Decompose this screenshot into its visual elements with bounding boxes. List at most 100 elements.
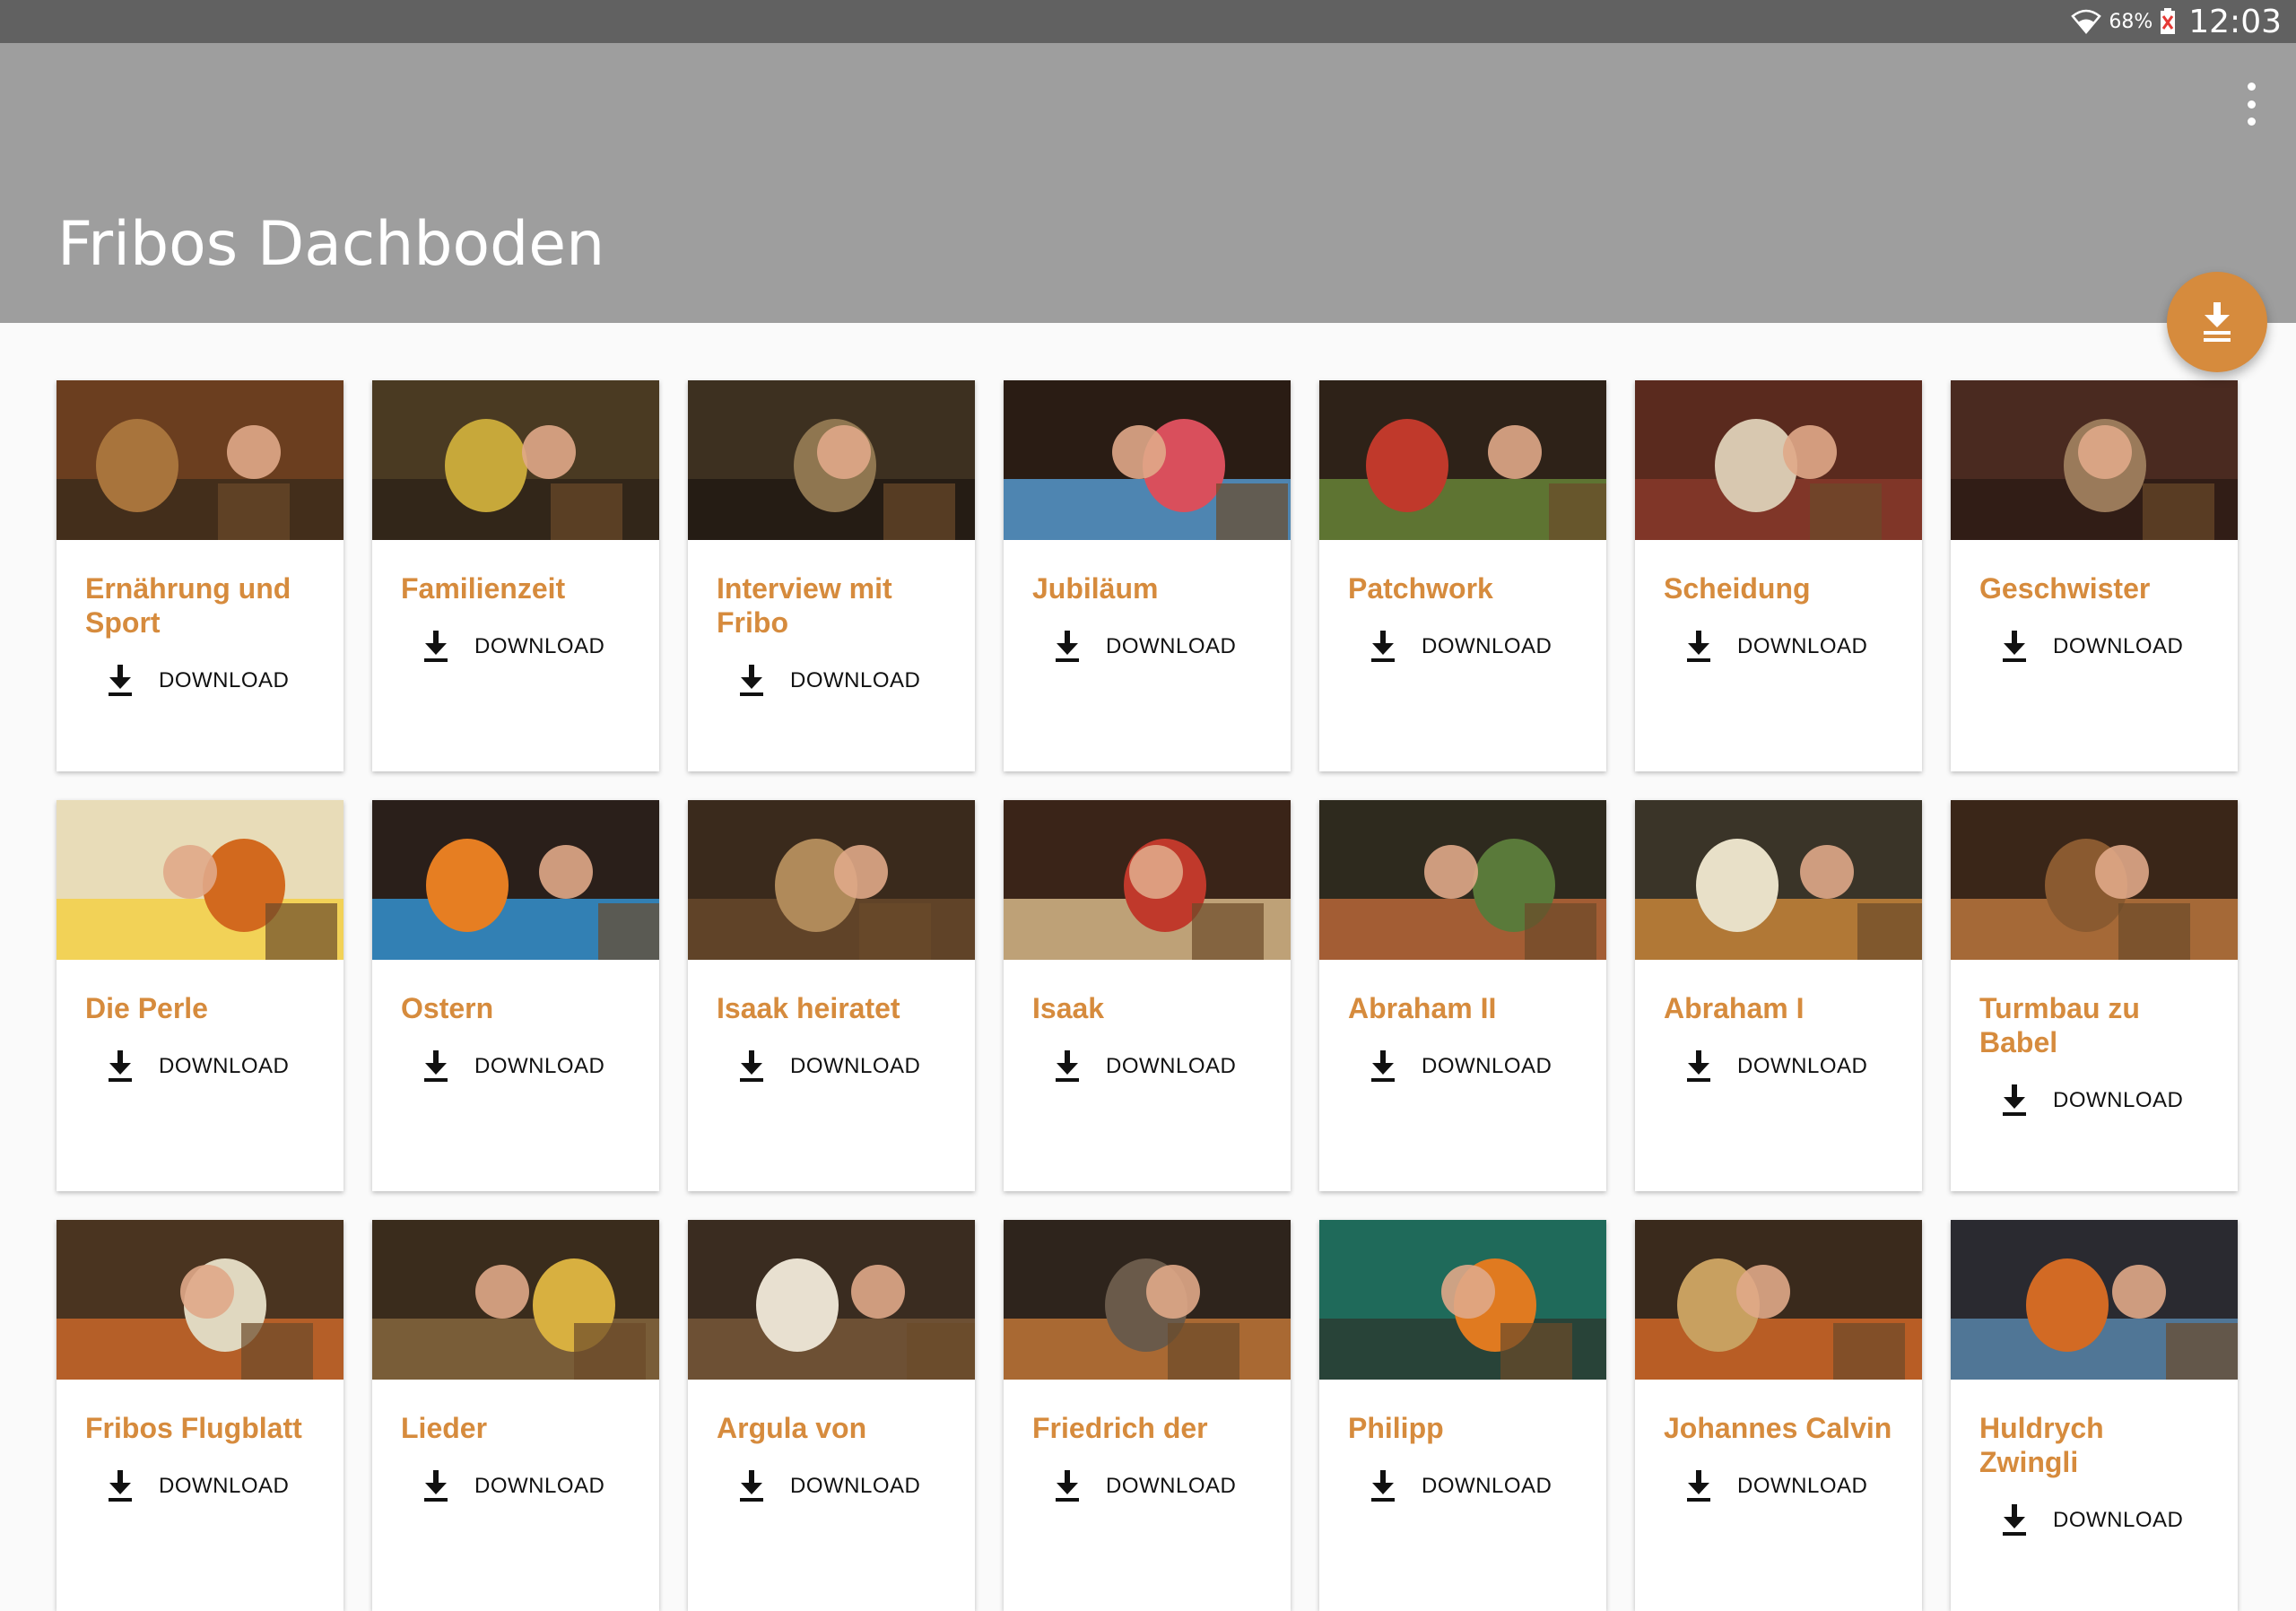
episode-card[interactable]: Patchwork DOWNLOAD: [1319, 380, 1606, 771]
episode-thumbnail[interactable]: [1319, 1220, 1606, 1380]
download-icon: [109, 1050, 132, 1082]
download-button[interactable]: DOWNLOAD: [422, 1470, 629, 1502]
episode-thumbnail[interactable]: [57, 1220, 344, 1380]
episode-card[interactable]: Ostern DOWNLOAD: [372, 800, 659, 1191]
download-button[interactable]: DOWNLOAD: [2001, 1504, 2207, 1537]
download-button[interactable]: DOWNLOAD: [1685, 1050, 1892, 1083]
download-icon: [2003, 631, 2026, 662]
download-label: DOWNLOAD: [2053, 634, 2184, 658]
download-button[interactable]: DOWNLOAD: [738, 1050, 944, 1083]
episode-card[interactable]: Familienzeit DOWNLOAD: [372, 380, 659, 771]
episode-title: Isaak: [1032, 992, 1105, 1024]
episode-thumbnail[interactable]: [1004, 1220, 1291, 1380]
download-button[interactable]: DOWNLOAD: [107, 1470, 313, 1502]
more-vert-icon[interactable]: [2242, 83, 2260, 126]
episode-thumbnail[interactable]: [1319, 380, 1606, 540]
download-icon: [1687, 1050, 1710, 1082]
download-button[interactable]: DOWNLOAD: [1370, 1470, 1576, 1502]
download-button[interactable]: DOWNLOAD: [1370, 631, 1576, 663]
download-button[interactable]: DOWNLOAD: [1370, 1050, 1576, 1083]
download-button[interactable]: DOWNLOAD: [107, 665, 313, 697]
episode-title: Johannes Calvin: [1664, 1412, 1892, 1444]
episode-card[interactable]: Abraham II DOWNLOAD: [1319, 800, 1606, 1191]
episode-title: Abraham II: [1348, 992, 1497, 1024]
episode-thumbnail[interactable]: [688, 1220, 975, 1380]
episode-thumbnail[interactable]: [688, 800, 975, 960]
episode-card[interactable]: Philipp DOWNLOAD: [1319, 1220, 1606, 1611]
download-button[interactable]: DOWNLOAD: [1054, 1050, 1260, 1083]
episode-card[interactable]: Ernährung und Sport DOWNLOAD: [57, 380, 344, 771]
episode-card[interactable]: Fribos Flugblatt DOWNLOAD: [57, 1220, 344, 1611]
download-button[interactable]: DOWNLOAD: [1685, 1470, 1892, 1502]
episode-thumbnail[interactable]: [688, 380, 975, 540]
episode-thumbnail[interactable]: [1004, 380, 1291, 540]
download-button[interactable]: DOWNLOAD: [422, 631, 629, 663]
download-label: DOWNLOAD: [159, 1474, 290, 1498]
wifi-icon: [2071, 9, 2102, 34]
episode-card[interactable]: Huldrych Zwingli DOWNLOAD: [1951, 1220, 2238, 1611]
episode-card[interactable]: Die Perle DOWNLOAD: [57, 800, 344, 1191]
episode-thumbnail[interactable]: [372, 380, 659, 540]
status-bar: 68% 12:03: [0, 0, 2296, 43]
episode-card[interactable]: Isaak DOWNLOAD: [1004, 800, 1291, 1191]
episode-thumbnail[interactable]: [1951, 1220, 2238, 1380]
episode-title: Scheidung: [1664, 572, 1811, 605]
download-label: DOWNLOAD: [1422, 634, 1552, 658]
episode-thumbnail[interactable]: [1635, 380, 1922, 540]
download-icon: [1371, 1470, 1395, 1502]
download-button[interactable]: DOWNLOAD: [738, 1470, 944, 1502]
episode-thumbnail[interactable]: [1319, 800, 1606, 960]
download-button[interactable]: DOWNLOAD: [1054, 1470, 1260, 1502]
episode-card[interactable]: Friedrich der DOWNLOAD: [1004, 1220, 1291, 1611]
download-icon: [109, 1470, 132, 1502]
episode-card[interactable]: Lieder DOWNLOAD: [372, 1220, 659, 1611]
episode-card[interactable]: Scheidung DOWNLOAD: [1635, 380, 1922, 771]
status-icons: 68% 12:03: [2071, 0, 2282, 43]
episode-thumbnail[interactable]: [57, 380, 344, 540]
episode-card[interactable]: Johannes Calvin DOWNLOAD: [1635, 1220, 1922, 1611]
download-icon: [1371, 1050, 1395, 1082]
download-icon: [109, 665, 132, 696]
download-all-button[interactable]: [2167, 272, 2267, 372]
download-label: DOWNLOAD: [474, 1054, 605, 1078]
download-icon: [2003, 1084, 2026, 1116]
download-label: DOWNLOAD: [474, 634, 605, 658]
episode-card[interactable]: Jubiläum DOWNLOAD: [1004, 380, 1291, 771]
episode-card[interactable]: Geschwister DOWNLOAD: [1951, 380, 2238, 771]
download-label: DOWNLOAD: [1737, 1474, 1868, 1498]
episode-thumbnail[interactable]: [1635, 800, 1922, 960]
download-button[interactable]: DOWNLOAD: [1054, 631, 1260, 663]
episode-title: Jubiläum: [1032, 572, 1159, 605]
episode-thumbnail[interactable]: [372, 800, 659, 960]
download-button[interactable]: DOWNLOAD: [107, 1050, 313, 1083]
episode-card[interactable]: Abraham I DOWNLOAD: [1635, 800, 1922, 1191]
episode-title: Turmbau zu Babel: [1979, 992, 2140, 1058]
episode-card[interactable]: Turmbau zu Babel DOWNLOAD: [1951, 800, 2238, 1191]
download-icon: [424, 1470, 448, 1502]
episode-card[interactable]: Isaak heiratet DOWNLOAD: [688, 800, 975, 1191]
download-button[interactable]: DOWNLOAD: [738, 665, 944, 697]
episode-thumbnail[interactable]: [57, 800, 344, 960]
episode-thumbnail[interactable]: [372, 1220, 659, 1380]
episode-thumbnail[interactable]: [1951, 380, 2238, 540]
download-label: DOWNLOAD: [1106, 1474, 1237, 1498]
download-all-icon: [2204, 302, 2231, 342]
battery-percent: 68%: [2109, 10, 2153, 33]
battery-icon: [2160, 8, 2176, 35]
episode-title: Argula von: [717, 1412, 867, 1444]
download-icon: [740, 1470, 763, 1502]
download-label: DOWNLOAD: [2053, 1088, 2184, 1112]
episode-thumbnail[interactable]: [1635, 1220, 1922, 1380]
download-button[interactable]: DOWNLOAD: [422, 1050, 629, 1083]
episode-card[interactable]: Argula von DOWNLOAD: [688, 1220, 975, 1611]
episode-title: Geschwister: [1979, 572, 2151, 605]
episode-thumbnail[interactable]: [1951, 800, 2238, 960]
download-button[interactable]: DOWNLOAD: [1685, 631, 1892, 663]
download-button[interactable]: DOWNLOAD: [2001, 631, 2207, 663]
episode-thumbnail[interactable]: [1004, 800, 1291, 960]
download-button[interactable]: DOWNLOAD: [2001, 1084, 2207, 1117]
download-icon: [1056, 1470, 1079, 1502]
download-label: DOWNLOAD: [1422, 1474, 1552, 1498]
page-title: Fribos Dachboden: [57, 209, 605, 280]
episode-card[interactable]: Interview mit Fribo DOWNLOAD: [688, 380, 975, 771]
